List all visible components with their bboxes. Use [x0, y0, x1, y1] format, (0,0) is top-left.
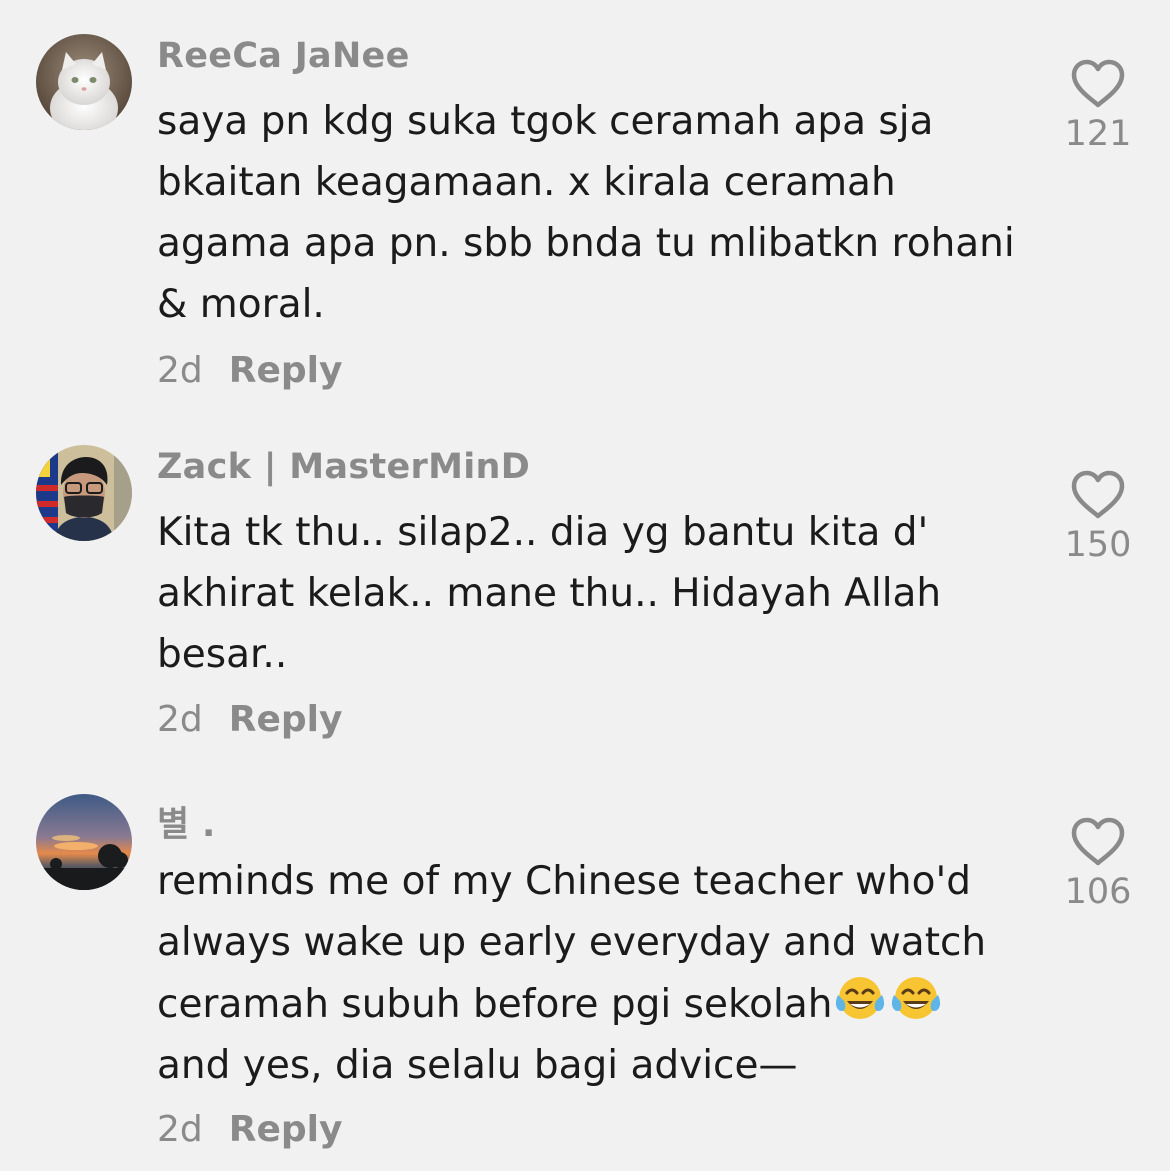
white-cat-avatar-image — [36, 34, 132, 130]
comment-text: reminds me of my Chinese teacher who'd a… — [157, 851, 1037, 1096]
heart-outline-icon — [1071, 59, 1125, 108]
like-button[interactable]: 121 — [1060, 58, 1136, 154]
reply-button[interactable]: Reply — [229, 699, 343, 740]
heart-outline-icon — [1071, 817, 1125, 866]
comment-time: 2d — [157, 350, 203, 391]
comment-username[interactable]: ReeCa JaNee — [157, 36, 410, 76]
reply-button[interactable]: Reply — [229, 1109, 343, 1150]
comment-meta: 2d Reply — [157, 1109, 342, 1150]
reply-button[interactable]: Reply — [229, 350, 343, 391]
comment-meta: 2d Reply — [157, 699, 342, 740]
like-button[interactable]: 150 — [1060, 469, 1136, 565]
comment-meta: 2d Reply — [157, 350, 342, 391]
comment-text-tail: and yes, dia selalu bagi advice— — [157, 1043, 798, 1088]
comment-username[interactable]: Zack | MasterMinD — [157, 447, 530, 487]
tears-of-joy-emoji — [836, 977, 885, 1019]
comments-list: ReeCa JaNee saya pn kdg suka tgok cerama… — [0, 0, 1170, 1171]
sunset-avatar-image — [36, 794, 132, 890]
like-count: 121 — [1064, 114, 1132, 154]
like-count: 106 — [1064, 872, 1132, 912]
avatar[interactable] — [36, 445, 132, 541]
comment-username[interactable]: 별 . — [157, 796, 216, 847]
avatar[interactable] — [36, 794, 132, 890]
heart-outline-icon — [1071, 470, 1125, 519]
like-button[interactable]: 106 — [1060, 816, 1136, 912]
comment-text: Kita tk thu.. silap2.. dia yg bantu kita… — [157, 510, 942, 677]
masked-person-avatar-image — [36, 445, 132, 541]
comment-time: 2d — [157, 699, 203, 740]
like-count: 150 — [1064, 525, 1132, 565]
comment-text: saya pn kdg suka tgok ceramah apa sja bk… — [157, 99, 1015, 327]
tears-of-joy-emoji — [892, 977, 941, 1019]
comment-time: 2d — [157, 1109, 203, 1150]
avatar[interactable] — [36, 34, 132, 130]
